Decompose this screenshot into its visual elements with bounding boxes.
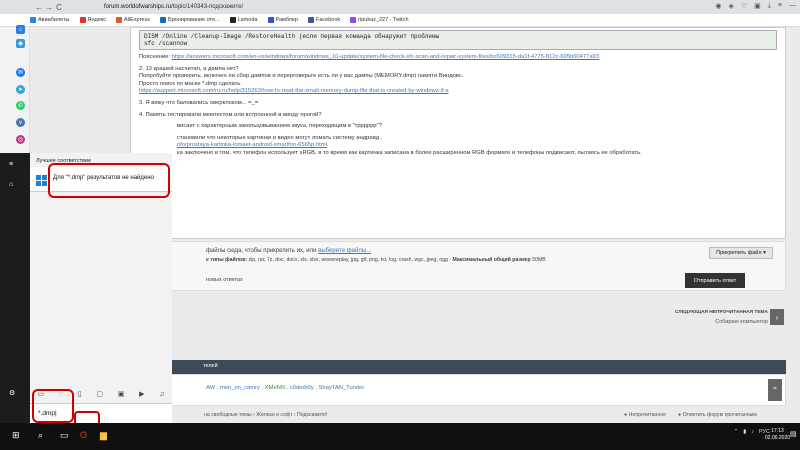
post-paragraph: 3. Я вижу что баловались оверклоком... =… [139, 99, 259, 106]
unread-link[interactable]: ● Непрочитанное [624, 412, 666, 418]
browser-toolbar: ← → C forum.worldofwarships.ru/topic/140… [0, 0, 800, 14]
users-header: телей [130, 360, 786, 374]
volume-icon[interactable]: ♪ [751, 429, 754, 435]
post-content: DISM /Online /Cleanup-Image /RestoreHeal… [130, 27, 786, 239]
code-block: DISM /Online /Cleanup-Image /RestoreHeal… [139, 30, 777, 50]
forward-button[interactable]: → [44, 3, 54, 12]
url-path: /topic/140343-подскажите/ [171, 4, 244, 10]
post-paragraph: 2. 13 крашей насчитал, а дампа нет? Попр… [139, 66, 777, 96]
users-panel: AW , men_on_camry , XMeNN , c0derb0y , S… [130, 374, 786, 406]
new-replies-notice[interactable]: новых ответах [206, 277, 243, 283]
url-host: forum.worldofwarships.ru [104, 4, 172, 10]
reload-button[interactable]: C [54, 3, 64, 12]
user-list[interactable]: AW , men_on_camry , XMeNN , c0derb0y , S… [206, 385, 364, 391]
taskbar-clock[interactable]: 17:13 02.06.2020 [765, 428, 790, 442]
cube-icon[interactable]: ▣ [754, 2, 761, 10]
bookmark-item[interactable]: ripukaz_227 - Twitch [350, 17, 409, 23]
drop-zone-text: файлы сюда, чтобы прикрепить их, или выб… [206, 248, 372, 254]
windows-icon [36, 175, 47, 186]
network-icon[interactable]: ▮ [743, 429, 746, 435]
allowed-types: е типы файлов: zip, rar, 7z, doc, docx, … [206, 257, 546, 263]
search-filters: ▭ ◌ ▯ ▢ ▣ ▶ ♫ [30, 388, 172, 400]
post-link[interactable]: https://support.microsoft.com/ru-ru/help… [139, 88, 777, 96]
messenger-icon[interactable]: ✉ [16, 68, 25, 77]
best-match-label: Лучшее соответствие [36, 158, 92, 164]
choose-files-link[interactable]: выберите файлы... [318, 248, 371, 254]
search-icon[interactable]: ⌕ [38, 430, 43, 441]
start-icon[interactable]: ⊞ [12, 430, 20, 441]
bookmark-item[interactable]: Рамблер [267, 17, 298, 23]
post-paragraph: 4. Память тестировали мемтестом или встр… [139, 111, 322, 118]
no-results-text: Для "*.dmp" результатов не найдено [53, 175, 154, 181]
next-topic-button[interactable]: › [770, 309, 784, 325]
mark-read-link[interactable]: ● Отметить форум прочитанным [678, 412, 757, 418]
bookmark-icon [116, 17, 123, 23]
bookmark-item[interactable]: Lamoda [229, 17, 258, 23]
menu-icon[interactable]: ≡ [778, 2, 782, 10]
scroll-top-button[interactable]: ⌃ [768, 379, 782, 401]
next-topic-label: СЛЕДУЮЩАЯ НЕПРОЧИТАННАЯ ТЕМА [674, 310, 768, 315]
settings-icon[interactable]: ⚙ [9, 389, 15, 397]
post-link[interactable]: https://answers.microsoft.com/en-us/wind… [172, 54, 599, 60]
camera-icon[interactable]: ◉ [715, 2, 721, 10]
post-paragraph: висает с характерным закольцовыванием зв… [177, 123, 382, 130]
start-search-box[interactable]: *.dmp| [30, 403, 172, 423]
hamburger-icon[interactable]: ≡ [9, 161, 13, 168]
notifications-icon[interactable]: ▤ [790, 430, 797, 438]
task-view-icon[interactable]: ▭ [60, 430, 69, 441]
chevron-up-icon[interactable]: ⌃ [734, 429, 739, 435]
opera-icon[interactable]: O [80, 430, 87, 440]
download-icon[interactable]: ⤓ [768, 2, 771, 10]
photos-filter-icon[interactable]: ▣ [118, 390, 125, 398]
send-reply-button[interactable]: Отправить ответ [685, 273, 745, 288]
heart-icon[interactable]: ♡ [741, 2, 747, 10]
start-rail: ≡ ⌂ ⚙ [0, 153, 30, 423]
bookmark-item[interactable]: Бронирование оте... [160, 17, 220, 23]
videos-filter-icon[interactable]: ▶ [139, 390, 144, 398]
back-button[interactable]: ← [34, 3, 44, 12]
bookmark-item[interactable]: Facebook [308, 17, 340, 23]
bookmark-icon [229, 17, 236, 23]
attach-file-button[interactable]: Прикрепить файл ▾ [709, 247, 773, 259]
post-paragraph: становили что некоторые картинки и видео… [139, 135, 777, 158]
minimize-icon[interactable]: — [789, 2, 796, 10]
web-filter-icon[interactable]: ◌ [59, 391, 63, 398]
post-link[interactable]: nfo/prostaya-kartinka-lomaet-android-sma… [177, 142, 777, 150]
shield-icon[interactable]: ◈ [729, 2, 734, 10]
taskbar: ⊞ ⌕ ▭ O ▆ ⌃ ▮ ♪ РУС 17:13 02.06.2020 ▤ [0, 423, 800, 450]
address-bar[interactable]: forum.worldofwarships.ru/topic/140343-по… [104, 4, 243, 10]
documents-filter-icon[interactable]: ▯ [78, 390, 82, 398]
bookmark-icon [160, 17, 166, 23]
breadcrumb: на свободные темы › Железо и софт › Подс… [204, 412, 757, 418]
store-icon[interactable]: ◆ [16, 39, 25, 48]
vk-icon[interactable]: v [16, 118, 25, 127]
folders-filter-icon[interactable]: ▢ [96, 390, 103, 398]
bookmark-item[interactable]: AliExpress [116, 17, 150, 23]
home-icon[interactable]: ⌂ [9, 181, 13, 188]
bookmark-icon [79, 17, 86, 23]
telegram-icon[interactable]: ➤ [16, 85, 25, 94]
search-result[interactable]: Для "*.dmp" результатов не найдено [30, 167, 172, 192]
bookmark-icon [267, 17, 274, 23]
instagram-icon[interactable]: ◎ [16, 135, 25, 144]
next-topic-title[interactable]: Собираю компьютер [648, 319, 768, 325]
bookmark-item[interactable]: Яндекс [79, 17, 106, 23]
start-search-menu: ≡ ⌂ ⚙ Лучшее соответствие Для "*.dmp" ре… [0, 153, 172, 423]
bookmark-icon [350, 17, 357, 23]
file-explorer-icon[interactable]: ▆ [100, 430, 107, 441]
post-paragraph: Пояснение: https://answers.microsoft.com… [139, 54, 600, 60]
bookmarks-bar: Авиабилеты Яндекс AliExpress Бронировани… [0, 14, 800, 27]
bookmark-icon [30, 17, 36, 23]
search-input[interactable]: *.dmp| [38, 410, 57, 417]
apps-filter-icon[interactable]: ▭ [37, 390, 44, 398]
browser-actions: ◉ ◈ ♡ ▣ ⤓ ≡ — [715, 2, 796, 10]
music-filter-icon[interactable]: ♫ [159, 391, 164, 398]
home-icon[interactable]: ⌂ [16, 25, 25, 34]
bookmark-item[interactable]: Авиабилеты [30, 17, 70, 23]
bookmark-icon [308, 17, 314, 23]
whatsapp-icon[interactable]: ✆ [16, 101, 25, 110]
search-panel [30, 153, 172, 423]
